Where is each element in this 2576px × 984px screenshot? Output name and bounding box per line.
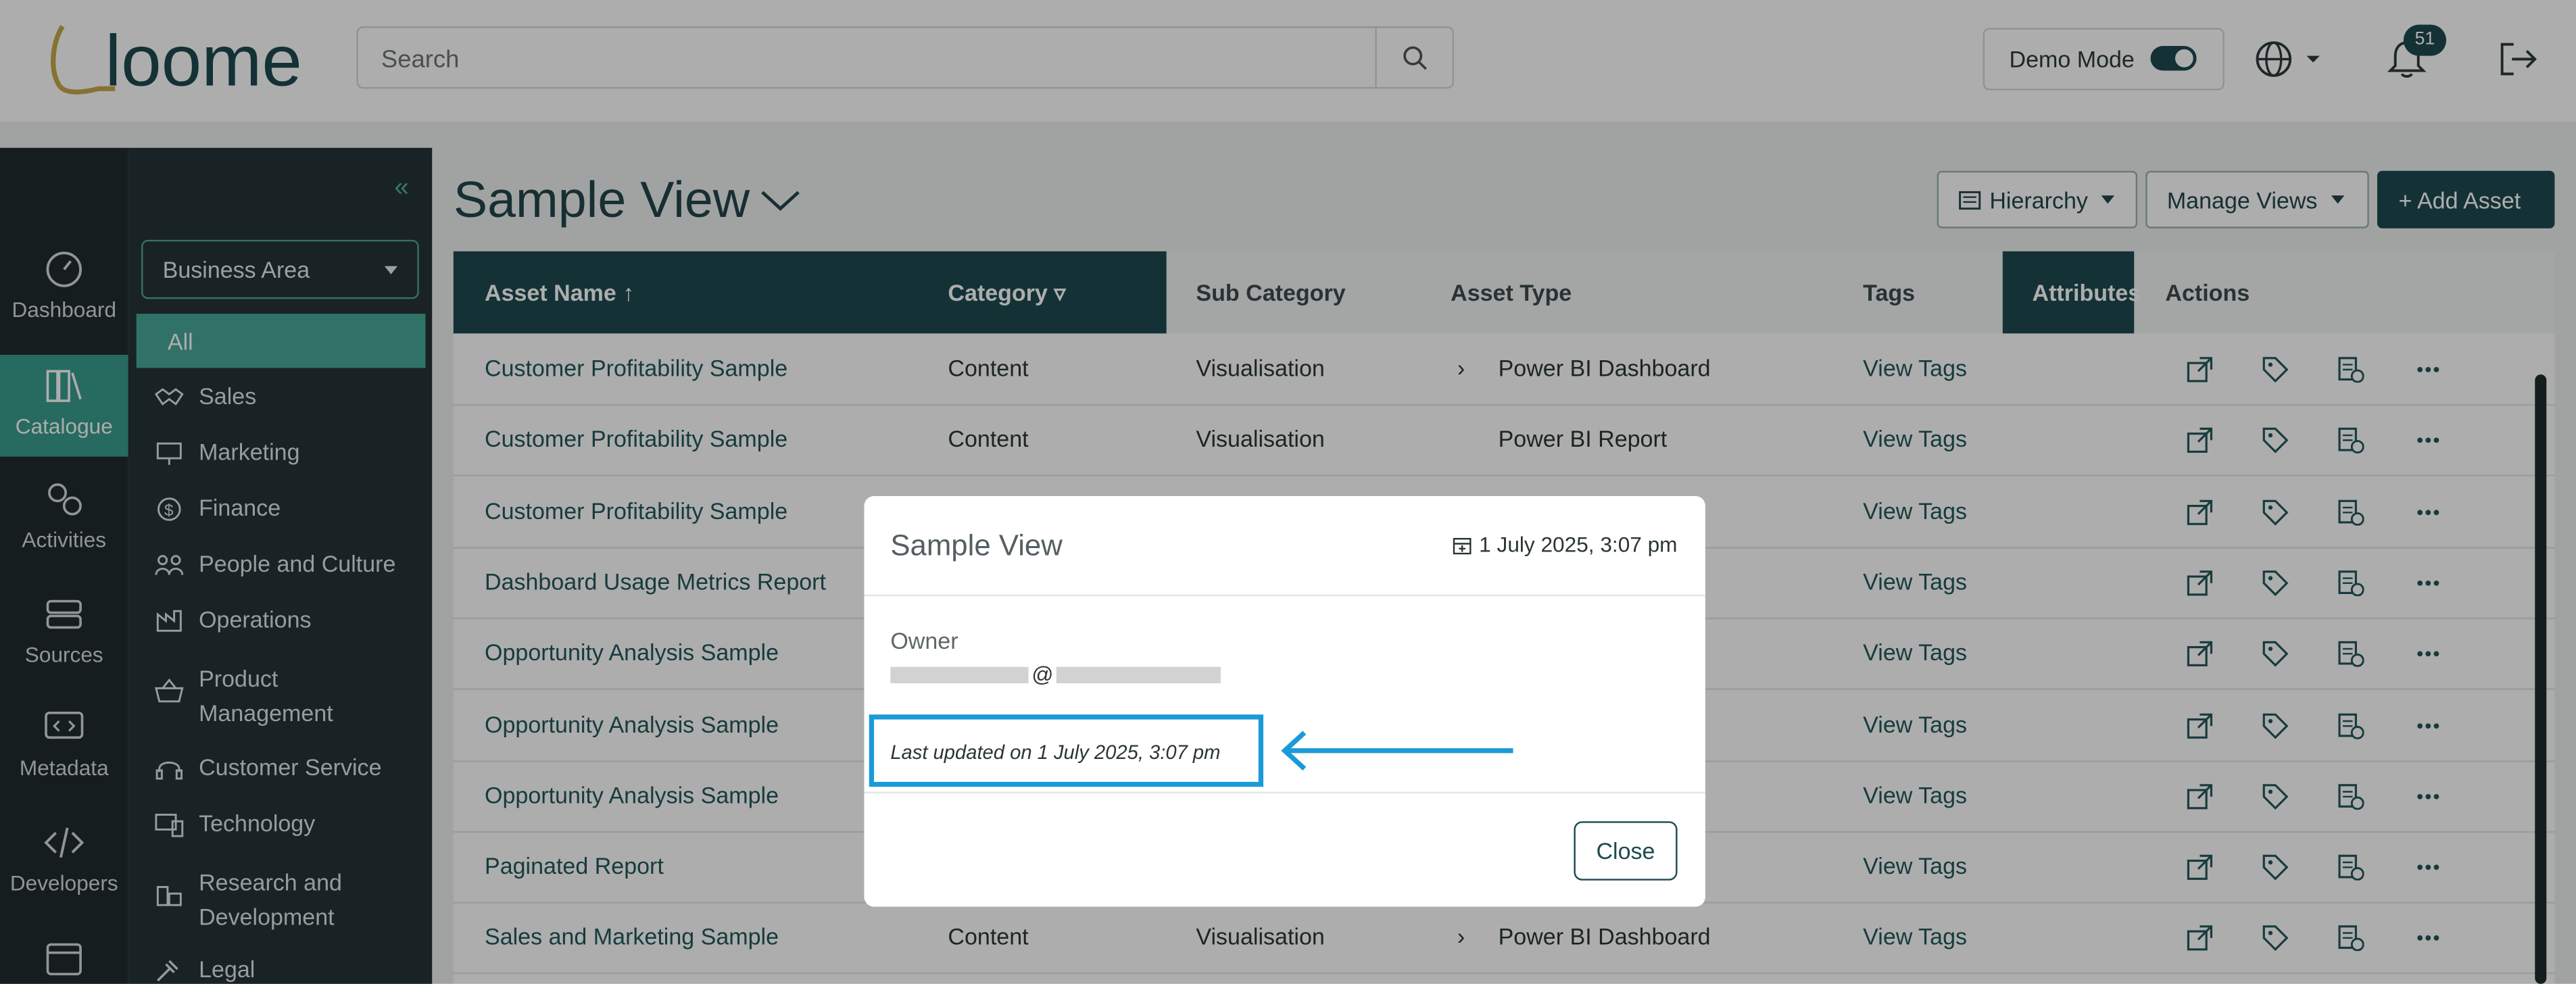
redacted-block xyxy=(1056,666,1221,684)
owner-label: Owner xyxy=(890,627,958,654)
divider xyxy=(864,791,1705,793)
modal-date: 1 July 2025, 3:07 pm xyxy=(1453,532,1678,557)
owner-email-redacted: @ xyxy=(890,662,1221,687)
modal-date-text: 1 July 2025, 3:07 pm xyxy=(1479,532,1678,557)
annotation-arrow-icon xyxy=(1281,731,1513,771)
calendar-icon xyxy=(1453,537,1472,554)
divider xyxy=(864,594,1705,597)
page: loome Demo Mode 51 xyxy=(0,0,2576,984)
email-at-sign: @ xyxy=(1031,662,1054,687)
view-details-modal: Sample View 1 July 2025, 3:07 pm Owner @… xyxy=(864,496,1705,907)
last-updated-text: Last updated on 1 July 2025, 3:07 pm xyxy=(890,741,1221,764)
modal-title: Sample View xyxy=(890,528,1063,562)
redacted-block xyxy=(890,666,1029,684)
close-button[interactable]: Close xyxy=(1574,821,1678,881)
